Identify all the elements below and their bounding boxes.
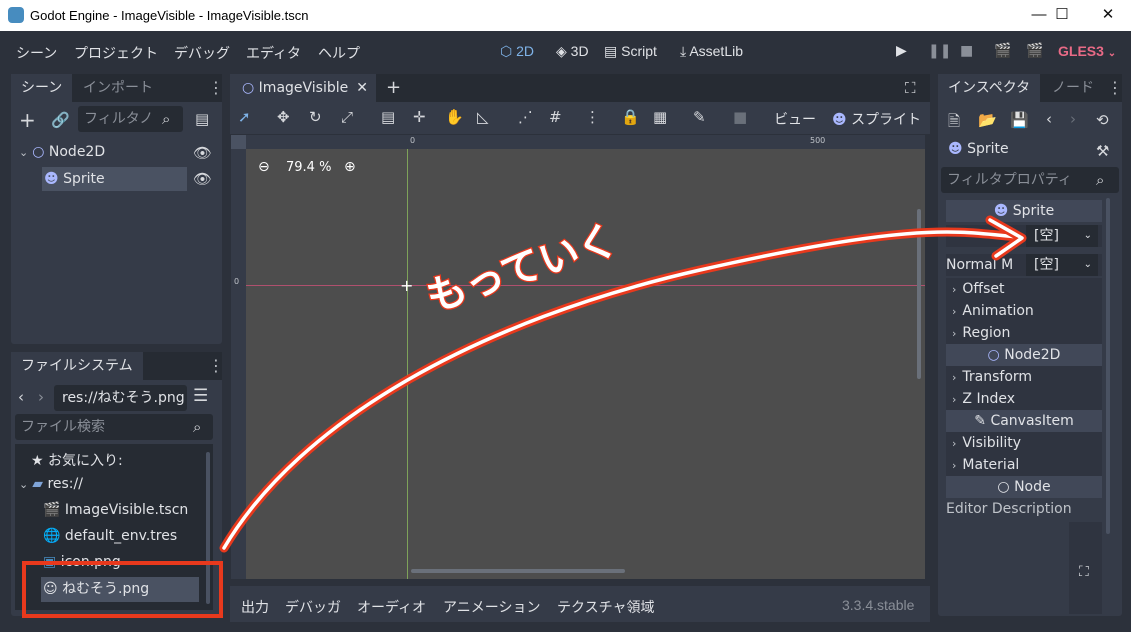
annotation-overlay: もっていく — [22, 215, 1027, 618]
handwritten-annotation: もっていく — [421, 217, 624, 322]
drag-arrow-outline — [219, 227, 1023, 553]
drag-arrow-line — [222, 230, 1020, 550]
highlight-box — [22, 561, 223, 618]
